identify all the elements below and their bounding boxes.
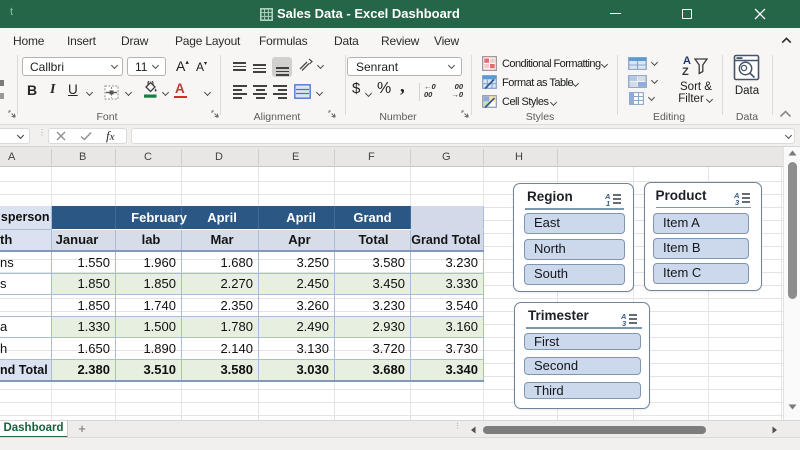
svg-text:1: 1 bbox=[606, 199, 610, 206]
